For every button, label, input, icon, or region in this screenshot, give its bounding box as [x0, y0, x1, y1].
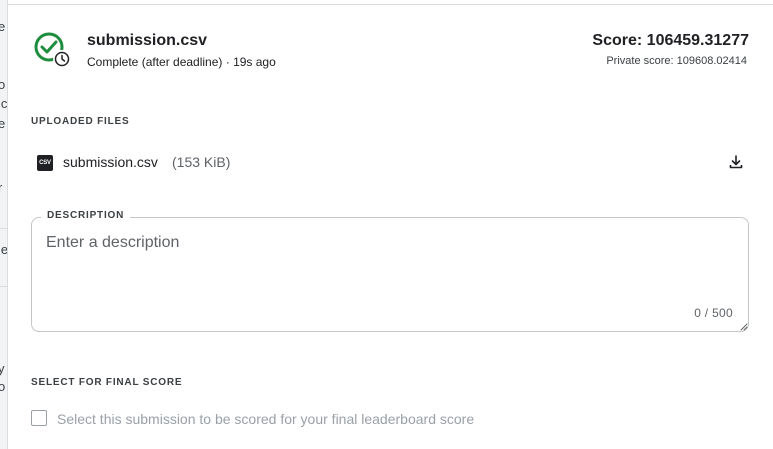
- final-score-heading: SELECT FOR FINAL SCORE: [31, 377, 183, 388]
- background-divider: [0, 228, 7, 229]
- public-score: Score: 106459.31277: [592, 32, 749, 49]
- background-divider: [0, 286, 7, 287]
- submission-status: Complete (after deadline) · 19s ago: [87, 55, 276, 69]
- uploaded-files-heading: UPLOADED FILES: [31, 116, 130, 127]
- background-page-edge: e o ic e r le y o: [0, 0, 8, 449]
- description-label: DESCRIPTION: [41, 210, 131, 221]
- uploaded-file-name[interactable]: submission.csv: [63, 154, 158, 170]
- submission-detail-panel: submission.csv Complete (after deadline)…: [8, 0, 773, 449]
- uploaded-file-size: (153 KiB): [172, 154, 231, 170]
- final-score-checkbox[interactable]: [31, 410, 47, 426]
- background-text: y: [0, 362, 5, 376]
- background-text: le: [0, 242, 8, 257]
- private-score: Private score: 109608.02414: [606, 55, 747, 67]
- character-counter: 0 / 500: [694, 306, 733, 320]
- background-text: ic: [0, 96, 8, 111]
- background-text: e: [0, 117, 5, 131]
- background-text: o: [0, 78, 5, 92]
- description-input[interactable]: [46, 234, 706, 294]
- check-circle-clock-icon: [34, 32, 71, 68]
- background-text: e: [0, 20, 5, 34]
- final-score-checkbox-label[interactable]: Select this submission to be scored for …: [57, 411, 474, 427]
- panel-top-border: [8, 4, 773, 5]
- background-text: r: [0, 181, 2, 195]
- download-icon[interactable]: [728, 154, 744, 170]
- background-text: o: [0, 380, 5, 394]
- submission-file-name: submission.csv: [87, 32, 208, 49]
- csv-file-icon: CSV: [37, 155, 53, 171]
- resize-grip-icon[interactable]: [739, 322, 748, 331]
